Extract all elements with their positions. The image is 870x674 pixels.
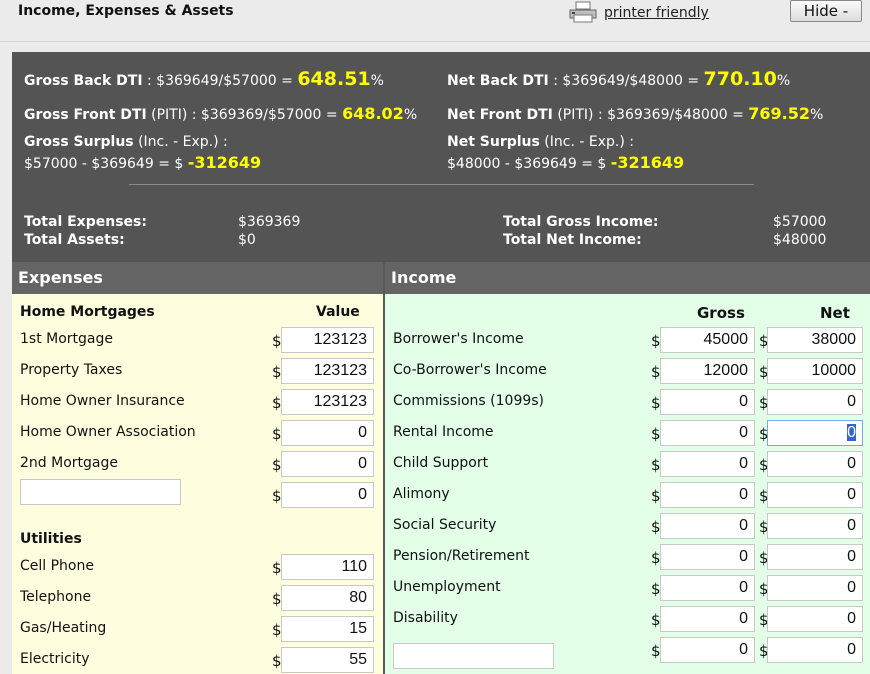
income-row-label: Commissions (1099s) bbox=[393, 393, 545, 409]
income-net-input[interactable]: 0 bbox=[767, 482, 863, 508]
income-gross-input[interactable]: 0 bbox=[660, 389, 755, 415]
income-row-label: Borrower's Income bbox=[393, 331, 524, 347]
utility-row-label: Cell Phone bbox=[20, 558, 94, 574]
printer-icon[interactable] bbox=[568, 1, 598, 23]
income-row-label: Alimony bbox=[393, 486, 450, 502]
income-header: Income bbox=[385, 262, 870, 294]
income-row-label: Child Support bbox=[393, 455, 489, 471]
home-mortgages-heading: Home Mortgages bbox=[20, 304, 155, 320]
total-gross-income-label: Total Gross Income: bbox=[503, 214, 659, 230]
income-row-label: Unemployment bbox=[393, 579, 501, 595]
income-gross-input[interactable]: 0 bbox=[660, 420, 755, 446]
income-gross-input[interactable]: 0 bbox=[660, 544, 755, 570]
income-gross-input[interactable]: 0 bbox=[660, 451, 755, 477]
net-surplus-label: Net Surplus (Inc. - Exp.) : bbox=[447, 134, 634, 150]
utility-row-value-input[interactable]: 15 bbox=[281, 616, 374, 642]
income-row-label: Pension/Retirement bbox=[393, 548, 530, 564]
utility-row-value-input[interactable]: 80 bbox=[281, 585, 374, 611]
income-net-input[interactable]: 0 bbox=[767, 637, 863, 663]
income-gross-input[interactable]: 12000 bbox=[660, 358, 755, 384]
income-net-input[interactable]: 0 bbox=[767, 420, 863, 446]
income-gross-input[interactable]: 0 bbox=[660, 637, 755, 663]
mortgage-row-label: 1st Mortgage bbox=[20, 331, 113, 347]
income-row-label: Social Security bbox=[393, 517, 497, 533]
net-back-dti: Net Back DTI : $369649/$48000 = 770.10% bbox=[447, 68, 791, 90]
printer-friendly-link-group[interactable]: printer friendly bbox=[568, 1, 709, 23]
gross-column-header: Gross bbox=[697, 304, 745, 322]
total-assets-label: Total Assets: bbox=[24, 232, 125, 248]
total-assets-value: $0 bbox=[238, 232, 256, 248]
utility-row-value-input[interactable]: 110 bbox=[281, 554, 374, 580]
net-back-dti-value: 770.10 bbox=[703, 68, 777, 90]
total-net-income-value: $48000 bbox=[773, 232, 827, 248]
net-column-header: Net bbox=[820, 304, 850, 322]
printer-friendly-link[interactable]: printer friendly bbox=[604, 5, 709, 21]
net-surplus-formula: $48000 - $369649 = $ -321649 bbox=[447, 153, 685, 172]
mortgage-row-label: Property Taxes bbox=[20, 362, 123, 378]
total-gross-income-value: $57000 bbox=[773, 214, 827, 230]
income-gross-input[interactable]: 0 bbox=[660, 513, 755, 539]
gross-surplus-value: -312649 bbox=[187, 153, 262, 172]
income-gross-input[interactable]: 0 bbox=[660, 606, 755, 632]
mortgage-row-label: 2nd Mortgage bbox=[20, 455, 118, 471]
income-custom-name-input[interactable] bbox=[393, 643, 554, 669]
summary-divider bbox=[129, 184, 754, 185]
mortgage-row-value-input[interactable]: 0 bbox=[281, 451, 374, 477]
mortgage-row-value-input[interactable]: 123123 bbox=[281, 358, 374, 384]
income-net-input[interactable]: 0 bbox=[767, 451, 863, 477]
income-net-input[interactable]: 10000 bbox=[767, 358, 863, 384]
mortgage-row-value-input[interactable]: 0 bbox=[281, 420, 374, 446]
income-net-input[interactable]: 0 bbox=[767, 544, 863, 570]
utility-row-value-input[interactable]: 55 bbox=[281, 647, 374, 673]
income-net-input[interactable]: 0 bbox=[767, 575, 863, 601]
gross-front-dti-value: 648.02 bbox=[342, 104, 404, 123]
income-row-label: Co-Borrower's Income bbox=[393, 362, 547, 378]
income-gross-input[interactable]: 0 bbox=[660, 482, 755, 508]
net-front-dti: Net Front DTI (PITI) : $369369/$48000 = … bbox=[447, 104, 824, 123]
hide-button[interactable]: Hide - bbox=[790, 0, 862, 22]
net-front-dti-value: 769.52 bbox=[748, 104, 811, 123]
summary-panel: Gross Back DTI : $369649/$57000 = 648.51… bbox=[12, 52, 870, 262]
mortgage-row-label: Home Owner Association bbox=[20, 424, 196, 440]
income-panel: Income Gross Net Borrower's Income $45000… bbox=[383, 262, 870, 674]
income-row-label: Disability bbox=[393, 610, 458, 626]
income-gross-input[interactable]: 45000 bbox=[660, 327, 755, 353]
gross-back-dti: Gross Back DTI : $369649/$57000 = 648.51… bbox=[24, 68, 384, 90]
income-gross-input[interactable]: 0 bbox=[660, 575, 755, 601]
total-net-income-label: Total Net Income: bbox=[503, 232, 642, 248]
expenses-header: Expenses bbox=[12, 262, 383, 294]
utility-row-label: Electricity bbox=[20, 651, 90, 667]
gross-surplus-label: Gross Surplus (Inc. - Exp.) : bbox=[24, 134, 228, 150]
mortgage-row-value-input[interactable]: 0 bbox=[281, 482, 374, 508]
net-surplus-value: -321649 bbox=[610, 153, 685, 172]
income-net-input[interactable]: 0 bbox=[767, 389, 863, 415]
gross-front-dti: Gross Front DTI (PITI) : $369369/$57000 … bbox=[24, 104, 418, 123]
gross-surplus-formula: $57000 - $369649 = $ -312649 bbox=[24, 153, 262, 172]
mortgage-row-custom-name-input[interactable] bbox=[20, 479, 181, 505]
utility-row-label: Telephone bbox=[20, 589, 92, 605]
utility-row-label: Gas/Heating bbox=[20, 620, 107, 636]
page-title: Income, Expenses & Assets bbox=[18, 3, 234, 19]
income-row-label: Rental Income bbox=[393, 424, 494, 440]
gross-back-dti-value: 648.51 bbox=[297, 68, 371, 90]
utilities-heading: Utilities bbox=[20, 531, 82, 547]
mortgage-row-label: Home Owner Insurance bbox=[20, 393, 185, 409]
total-expenses-label: Total Expenses: bbox=[24, 214, 147, 230]
income-net-input[interactable]: 38000 bbox=[767, 327, 863, 353]
mortgage-row-value-input[interactable]: 123123 bbox=[281, 389, 374, 415]
mortgage-row-value-input[interactable]: 123123 bbox=[281, 327, 374, 353]
expenses-panel: Expenses Home Mortgages Value Utilities … bbox=[12, 262, 383, 674]
income-net-input[interactable]: 0 bbox=[767, 513, 863, 539]
top-bar: Income, Expenses & Assets printer friend… bbox=[0, 0, 870, 42]
income-net-input[interactable]: 0 bbox=[767, 606, 863, 632]
value-column-header: Value bbox=[316, 304, 360, 320]
total-expenses-value: $369369 bbox=[238, 214, 301, 230]
